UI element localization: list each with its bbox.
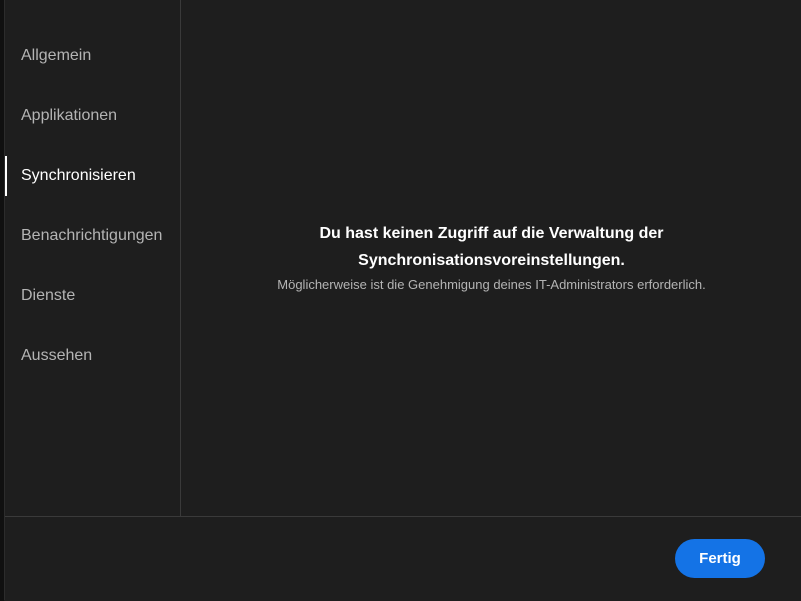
dialog-footer: Fertig <box>5 516 801 601</box>
sidebar-item-aussehen[interactable]: Aussehen <box>5 336 180 376</box>
sidebar-item-label: Applikationen <box>21 107 118 124</box>
sidebar-item-label: Aussehen <box>21 347 93 364</box>
sidebar-item-label: Allgemein <box>21 47 92 64</box>
message-subtitle: Möglicherweise ist die Genehmigung deine… <box>277 277 706 292</box>
preferences-sidebar: Allgemein Applikationen Synchronisieren … <box>5 0 181 516</box>
sidebar-item-label: Synchronisieren <box>21 167 136 184</box>
sidebar-item-label: Benachrichtigungen <box>21 227 163 244</box>
no-access-message: Du hast keinen Zugriff auf die Verwaltun… <box>181 220 801 294</box>
sidebar-item-benachrichtigungen[interactable]: Benachrichtigungen <box>5 216 180 256</box>
screen: Allgemein Applikationen Synchronisieren … <box>0 0 801 601</box>
sidebar-item-synchronisieren[interactable]: Synchronisieren <box>5 156 180 196</box>
preferences-content: Du hast keinen Zugriff auf die Verwaltun… <box>181 0 801 516</box>
sidebar-item-dienste[interactable]: Dienste <box>5 276 180 316</box>
active-indicator <box>5 156 7 196</box>
sidebar-item-label: Dienste <box>21 287 76 304</box>
preferences-dialog: Allgemein Applikationen Synchronisieren … <box>4 0 801 601</box>
done-button[interactable]: Fertig <box>675 539 765 578</box>
sidebar-item-applikationen[interactable]: Applikationen <box>5 96 180 136</box>
message-title: Du hast keinen Zugriff auf die Verwaltun… <box>319 225 664 269</box>
sidebar-item-allgemein[interactable]: Allgemein <box>5 36 180 76</box>
